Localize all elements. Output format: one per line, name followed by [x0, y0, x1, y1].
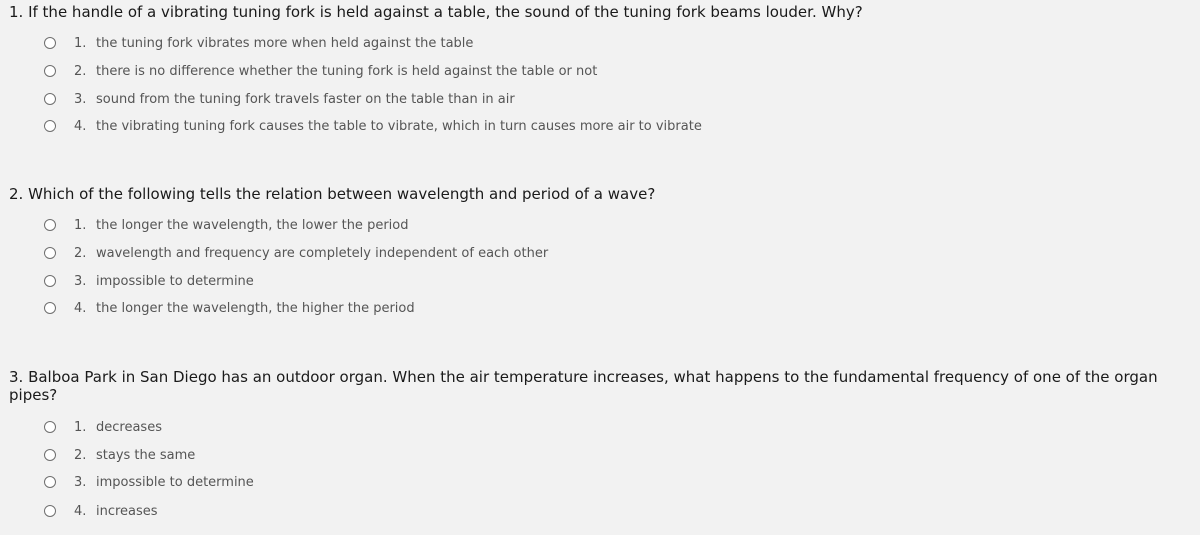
option-number: 2. [74, 447, 87, 463]
option-number: 3. [74, 91, 87, 107]
option-number: 3. [74, 474, 87, 490]
option-text: stays the same [96, 447, 196, 463]
option-number: 2. [74, 63, 87, 79]
option-number: 1. [74, 217, 87, 233]
option-2[interactable]: 2. stays the same [44, 444, 195, 466]
option-1[interactable]: 1. the longer the wavelength, the lower … [44, 214, 408, 236]
option-3[interactable]: 3. sound from the tuning fork travels fa… [44, 88, 515, 110]
radio-button[interactable] [44, 275, 56, 287]
option-number: 1. [74, 35, 87, 51]
option-4[interactable]: 4. the vibrating tuning fork causes the … [44, 115, 702, 137]
option-number: 4. [74, 118, 87, 134]
radio-button[interactable] [44, 302, 56, 314]
option-text: the tuning fork vibrates more when held … [96, 35, 474, 51]
option-1[interactable]: 1. decreases [44, 416, 162, 438]
question-text: 2. Which of the following tells the rela… [9, 185, 656, 203]
option-text: there is no difference whether the tunin… [96, 63, 598, 79]
radio-button[interactable] [44, 421, 56, 433]
radio-button[interactable] [44, 65, 56, 77]
radio-button[interactable] [44, 93, 56, 105]
option-number: 1. [74, 419, 87, 435]
option-number: 4. [74, 503, 87, 519]
radio-button[interactable] [44, 476, 56, 488]
option-text: increases [96, 503, 158, 519]
option-text: the longer the wavelength, the lower the… [96, 217, 409, 233]
radio-button[interactable] [44, 219, 56, 231]
question-text: 1. If the handle of a vibrating tuning f… [9, 3, 863, 21]
option-number: 4. [74, 300, 87, 316]
option-text: decreases [96, 419, 162, 435]
option-text: impossible to determine [96, 273, 254, 289]
radio-button[interactable] [44, 247, 56, 259]
radio-button[interactable] [44, 120, 56, 132]
radio-button[interactable] [44, 505, 56, 517]
question-text: 3. Balboa Park in San Diego has an outdo… [9, 368, 1158, 404]
option-1[interactable]: 1. the tuning fork vibrates more when he… [44, 32, 473, 54]
option-4[interactable]: 4. increases [44, 500, 158, 522]
option-text: the vibrating tuning fork causes the tab… [96, 118, 702, 134]
option-number: 3. [74, 273, 87, 289]
option-3[interactable]: 3. impossible to determine [44, 471, 254, 493]
option-4[interactable]: 4. the longer the wavelength, the higher… [44, 297, 415, 319]
option-2[interactable]: 2. there is no difference whether the tu… [44, 60, 597, 82]
option-2[interactable]: 2. wavelength and frequency are complete… [44, 242, 548, 264]
option-3[interactable]: 3. impossible to determine [44, 270, 254, 292]
option-text: impossible to determine [96, 474, 254, 490]
radio-button[interactable] [44, 37, 56, 49]
option-text: sound from the tuning fork travels faste… [96, 91, 515, 107]
option-number: 2. [74, 245, 87, 261]
option-text: wavelength and frequency are completely … [96, 245, 549, 261]
option-text: the longer the wavelength, the higher th… [96, 300, 415, 316]
radio-button[interactable] [44, 449, 56, 461]
